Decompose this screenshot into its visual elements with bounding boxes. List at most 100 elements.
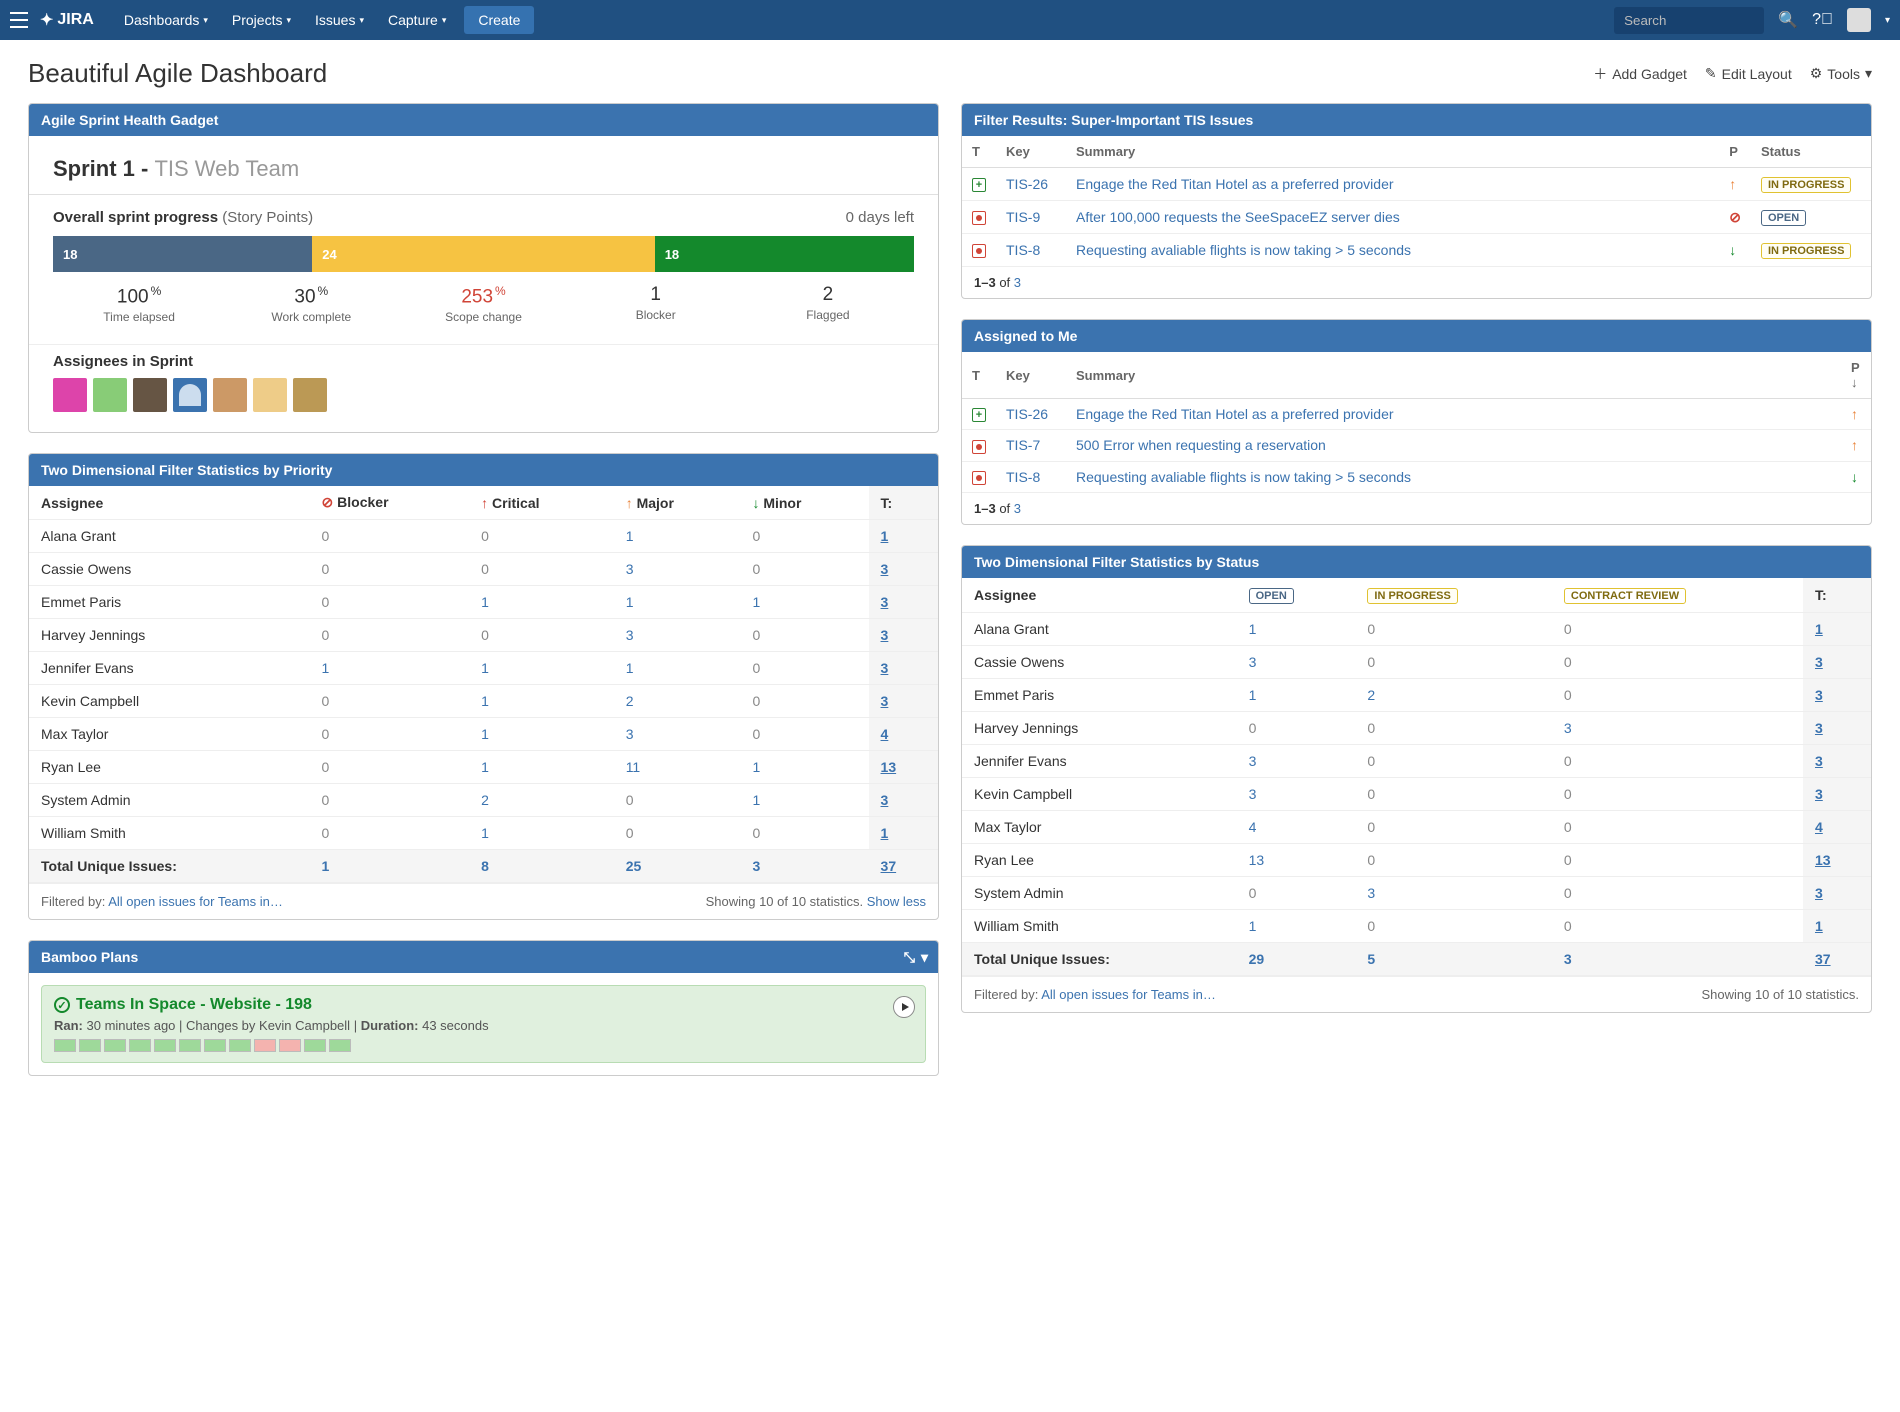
stat-total-link[interactable]: 3 — [881, 660, 889, 676]
stat-link[interactable]: 1 — [1249, 918, 1257, 934]
stage-ok[interactable] — [54, 1039, 76, 1052]
filter-link[interactable]: All open issues for Teams in… — [1041, 987, 1216, 1002]
stat-link[interactable]: 3 — [1564, 720, 1572, 736]
stat-link[interactable]: 1 — [481, 693, 489, 709]
stat-link[interactable]: 29 — [1249, 951, 1265, 967]
issue-key-link[interactable]: TIS-8 — [1006, 469, 1040, 485]
stage-ok[interactable] — [179, 1039, 201, 1052]
stat-link[interactable]: 1 — [752, 594, 760, 610]
stage-ok[interactable] — [229, 1039, 251, 1052]
bamboo-plan-link[interactable]: Teams In Space - Website - 198 — [76, 996, 312, 1014]
avatar[interactable] — [213, 378, 247, 412]
stage-ok[interactable] — [129, 1039, 151, 1052]
stat-total-link[interactable]: 3 — [1815, 753, 1823, 769]
stat-link[interactable]: 2 — [481, 792, 489, 808]
stat-link[interactable]: 3 — [626, 627, 634, 643]
stat-link[interactable]: 3 — [626, 726, 634, 742]
stat-link[interactable]: 3 — [1249, 753, 1257, 769]
stat-total-link[interactable]: 13 — [1815, 852, 1831, 868]
hamburger-icon[interactable] — [10, 10, 30, 30]
stat-total-link[interactable]: 1 — [881, 528, 889, 544]
stat-link[interactable]: 1 — [626, 528, 634, 544]
avatar[interactable] — [133, 378, 167, 412]
stage-ok[interactable] — [329, 1039, 351, 1052]
search-icon[interactable]: 🔍 — [1778, 10, 1798, 30]
stat-link[interactable]: 3 — [626, 561, 634, 577]
stat-link[interactable]: 8 — [481, 858, 489, 874]
avatar[interactable] — [93, 378, 127, 412]
stat-link[interactable]: 3 — [752, 858, 760, 874]
stat-link[interactable]: 2 — [1367, 687, 1375, 703]
issue-key-link[interactable]: TIS-8 — [1006, 242, 1040, 258]
stat-link[interactable]: 3 — [1367, 885, 1375, 901]
stat-link[interactable]: 1 — [481, 726, 489, 742]
stat-total-link[interactable]: 3 — [1815, 654, 1823, 670]
issue-summary-link[interactable]: Requesting avaliable flights is now taki… — [1076, 242, 1411, 258]
stat-link[interactable]: 1 — [752, 792, 760, 808]
stat-link[interactable]: 1 — [1249, 621, 1257, 637]
user-menu-caret-icon[interactable]: ▾ — [1885, 15, 1890, 26]
nav-item-projects[interactable]: Projects ▾ — [222, 6, 301, 34]
issue-summary-link[interactable]: 500 Error when requesting a reservation — [1076, 437, 1326, 453]
stat-link[interactable]: 4 — [1249, 819, 1257, 835]
stat-total-link[interactable]: 1 — [1815, 918, 1823, 934]
stat-total-link[interactable]: 3 — [1815, 786, 1823, 802]
nav-item-dashboards[interactable]: Dashboards ▾ — [114, 6, 218, 34]
stat-link[interactable]: 3 — [1564, 951, 1572, 967]
stat-link[interactable]: 1 — [481, 825, 489, 841]
stage-ok[interactable] — [154, 1039, 176, 1052]
stat-link[interactable]: 13 — [1249, 852, 1265, 868]
play-button[interactable] — [893, 996, 915, 1018]
stat-total-link[interactable]: 3 — [1815, 720, 1823, 736]
move-icon[interactable]: ⤡ — [904, 949, 915, 966]
stat-link[interactable]: 2 — [626, 693, 634, 709]
stat-total-link[interactable]: 3 — [1815, 885, 1823, 901]
stage-ok[interactable] — [104, 1039, 126, 1052]
issue-key-link[interactable]: TIS-26 — [1006, 176, 1048, 192]
stat-link[interactable]: 1 — [626, 660, 634, 676]
filter-link[interactable]: All open issues for Teams in… — [108, 894, 283, 909]
stat-link[interactable]: 1 — [626, 594, 634, 610]
add-gadget-button[interactable]: ＋Add Gadget — [1593, 64, 1687, 84]
nav-item-capture[interactable]: Capture ▾ — [378, 6, 456, 34]
show-less-link[interactable]: Show less — [867, 894, 926, 909]
stage-ok[interactable] — [79, 1039, 101, 1052]
stage-fail[interactable] — [279, 1039, 301, 1052]
stat-total-link[interactable]: 3 — [881, 792, 889, 808]
create-button[interactable]: Create — [464, 6, 534, 34]
help-icon[interactable]: ?⃝ — [1812, 11, 1833, 29]
stat-link[interactable]: 1 — [481, 660, 489, 676]
stage-ok[interactable] — [304, 1039, 326, 1052]
tools-button[interactable]: ⚙Tools ▾ — [1810, 65, 1872, 82]
stat-link[interactable]: 1 — [322, 858, 330, 874]
stat-link[interactable]: 3 — [1249, 786, 1257, 802]
stat-link[interactable]: 1 — [752, 759, 760, 775]
stat-total-link[interactable]: 1 — [1815, 621, 1823, 637]
edit-layout-button[interactable]: ✎Edit Layout — [1705, 65, 1792, 82]
issue-key-link[interactable]: TIS-7 — [1006, 437, 1040, 453]
stat-link[interactable]: 25 — [626, 858, 642, 874]
stage-fail[interactable] — [254, 1039, 276, 1052]
issue-key-link[interactable]: TIS-9 — [1006, 209, 1040, 225]
issue-summary-link[interactable]: After 100,000 requests the SeeSpaceEZ se… — [1076, 209, 1400, 225]
search-input[interactable] — [1614, 7, 1764, 34]
avatar[interactable] — [253, 378, 287, 412]
issue-summary-link[interactable]: Requesting avaliable flights is now taki… — [1076, 469, 1411, 485]
total-link[interactable]: 3 — [1014, 501, 1021, 516]
issue-summary-link[interactable]: Engage the Red Titan Hotel as a preferre… — [1076, 406, 1394, 422]
stat-total-link[interactable]: 4 — [881, 726, 889, 742]
jira-logo[interactable]: ✦ JIRA — [40, 10, 94, 30]
avatar[interactable] — [53, 378, 87, 412]
issue-key-link[interactable]: TIS-26 — [1006, 406, 1048, 422]
stat-link[interactable]: 3 — [1249, 654, 1257, 670]
user-avatar[interactable] — [1847, 8, 1871, 32]
stat-link[interactable]: 1 — [481, 594, 489, 610]
issue-summary-link[interactable]: Engage the Red Titan Hotel as a preferre… — [1076, 176, 1394, 192]
stage-ok[interactable] — [204, 1039, 226, 1052]
stat-link[interactable]: 11 — [626, 759, 641, 775]
nav-item-issues[interactable]: Issues ▾ — [305, 6, 374, 34]
dropdown-icon[interactable]: ▾ — [921, 949, 928, 966]
stat-total-link[interactable]: 3 — [881, 627, 889, 643]
stat-total-link[interactable]: 3 — [881, 561, 889, 577]
stat-link[interactable]: 1 — [481, 759, 489, 775]
